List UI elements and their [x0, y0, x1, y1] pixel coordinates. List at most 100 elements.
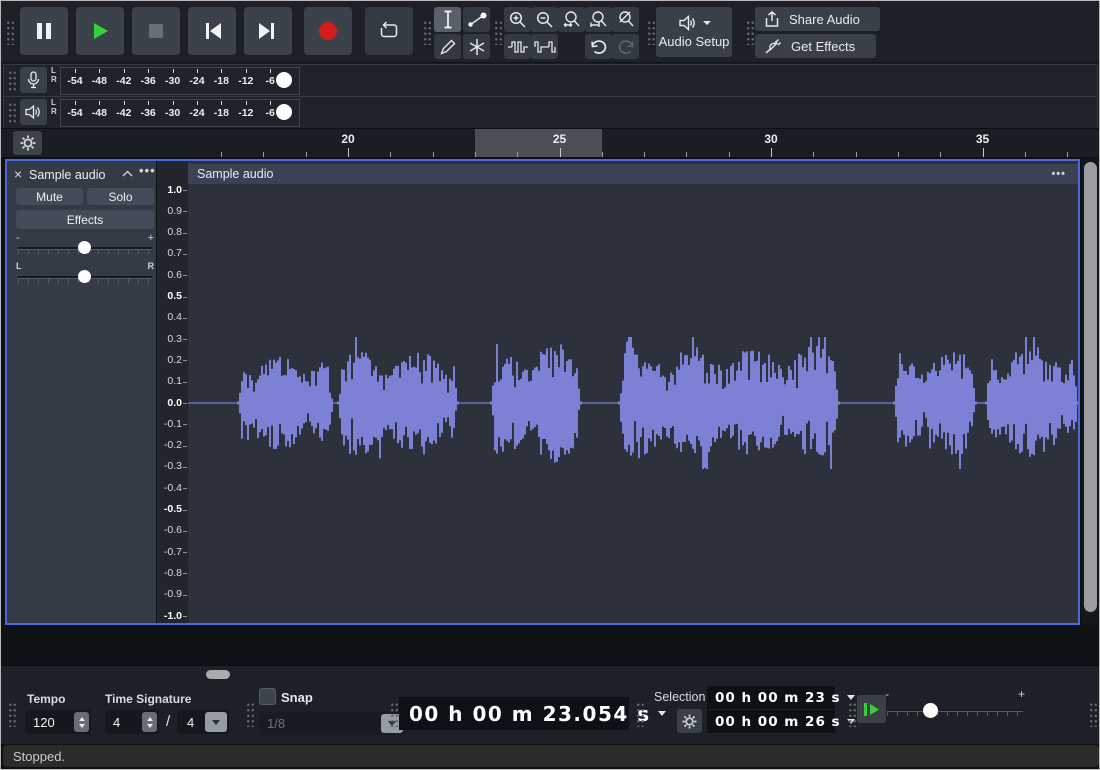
- track-collapse-button[interactable]: [122, 170, 133, 177]
- share-audio-button[interactable]: Share Audio: [755, 7, 880, 31]
- status-text: Stopped.: [13, 749, 65, 764]
- playback-meter[interactable]: LR -54-48-42-36-30-24-18-12-6: [3, 96, 1098, 129]
- stop-button[interactable]: [132, 7, 180, 55]
- play-speed-grip[interactable]: [847, 701, 856, 727]
- zoom-fit-button[interactable]: [585, 7, 612, 32]
- play-speed-slider[interactable]: - +: [885, 687, 1025, 727]
- play-at-speed-button[interactable]: [857, 695, 886, 723]
- trim-audio-icon: [507, 40, 529, 54]
- meter-scale-label: -42: [111, 107, 137, 119]
- time-signature-label: Time Signature: [105, 692, 191, 706]
- gain-slider[interactable]: - +: [16, 232, 154, 258]
- selection-toolbar-grip[interactable]: [635, 701, 644, 727]
- play-speed-thumb[interactable]: [923, 703, 938, 718]
- draw-tool-button[interactable]: [434, 34, 461, 59]
- time-toolbar-grip[interactable]: [7, 701, 16, 727]
- selection-options-button[interactable]: [677, 709, 702, 733]
- playback-meter-channels: LR: [51, 98, 57, 116]
- waveform[interactable]: [188, 184, 1078, 623]
- recording-volume-knob[interactable]: [276, 72, 292, 88]
- toolbar-end-grip[interactable]: [1088, 701, 1097, 727]
- share-toolbar-grip[interactable]: [745, 19, 754, 45]
- audio-setup-button[interactable]: Audio Setup: [656, 7, 732, 57]
- vertical-ruler-label: -0.6: [164, 525, 182, 536]
- selection-gear-icon: [682, 714, 697, 729]
- snap-setting-select[interactable]: 1/8: [259, 712, 405, 735]
- gain-slider-thumb[interactable]: [78, 241, 91, 254]
- pause-button[interactable]: [20, 7, 68, 55]
- clip-menu-button[interactable]: •••: [1051, 168, 1066, 180]
- pan-slider[interactable]: L R: [16, 261, 154, 287]
- selection-start-field[interactable]: 00 h 00 m 23 s: [707, 686, 835, 709]
- snap-checkbox[interactable]: [259, 688, 276, 705]
- pan-right-label: R: [148, 261, 155, 271]
- meter-scale-label: -18: [208, 75, 234, 87]
- edit-toolbar-grip[interactable]: [493, 19, 502, 45]
- multi-tool-button[interactable]: [463, 34, 490, 59]
- selection-end-value: 00 h 00 m 26 s: [715, 714, 841, 730]
- horizontal-scrollbar[interactable]: [1, 665, 1100, 684]
- skip-to-end-button[interactable]: [244, 7, 292, 55]
- undo-button[interactable]: [585, 34, 612, 59]
- vertical-ruler-tick: [183, 190, 187, 191]
- solo-button[interactable]: Solo: [87, 188, 154, 205]
- playback-meter-button[interactable]: [20, 99, 47, 125]
- zoom-in-button[interactable]: [504, 7, 531, 32]
- ts-upper-spinner[interactable]: [142, 712, 157, 732]
- vertical-ruler-label: -0.2: [164, 440, 182, 451]
- vertical-scrollbar[interactable]: [1082, 159, 1100, 625]
- zoom-out-button[interactable]: [531, 7, 558, 32]
- timeline[interactable]: 20253035: [1, 128, 1100, 158]
- timeline-ruler[interactable]: 20253035: [1, 129, 1100, 158]
- vertical-ruler-tick: [183, 446, 187, 447]
- silence-selection-button[interactable]: [531, 34, 558, 59]
- skip-to-start-button[interactable]: [188, 7, 236, 55]
- ts-lower-dropdown-button[interactable]: [205, 712, 227, 732]
- trim-outside-selection-button[interactable]: [504, 34, 531, 59]
- time-signature-upper-input[interactable]: 4: [105, 710, 159, 734]
- track-close-button[interactable]: ×: [14, 167, 22, 181]
- record-button[interactable]: [304, 7, 352, 55]
- meter-scale-label: -24: [184, 107, 210, 119]
- envelope-tool-button[interactable]: [463, 7, 490, 32]
- zoom-selection-button[interactable]: [558, 7, 585, 32]
- track-title[interactable]: Sample audio: [29, 168, 105, 182]
- loop-button[interactable]: [365, 7, 413, 55]
- vertical-ruler-label: -0.1: [164, 419, 182, 430]
- undo-icon: [589, 39, 609, 55]
- playback-volume-knob[interactable]: [276, 104, 292, 120]
- track-menu-button[interactable]: •••: [139, 163, 156, 178]
- zoom-toggle-button[interactable]: [612, 7, 639, 32]
- vertical-scale-ruler[interactable]: 1.00.90.80.70.60.50.40.30.20.10.0-0.1-0.…: [156, 161, 188, 623]
- vertical-ruler-tick: [183, 616, 187, 617]
- snap-toolbar-grip[interactable]: [245, 701, 254, 727]
- playback-meter-grip[interactable]: [7, 101, 16, 123]
- play-button[interactable]: [76, 7, 124, 55]
- effects-button[interactable]: Effects: [16, 210, 154, 229]
- recording-meter-button[interactable]: [20, 67, 47, 93]
- pan-slider-thumb[interactable]: [78, 270, 91, 283]
- vertical-scrollbar-thumb[interactable]: [1084, 162, 1097, 612]
- get-effects-button[interactable]: Get Effects: [755, 34, 876, 58]
- tempo-spinner[interactable]: [74, 712, 89, 732]
- loop-icon: [377, 20, 401, 42]
- tempo-input[interactable]: 120: [25, 710, 91, 734]
- time-display[interactable]: 00 h 00 m 23.054 s: [399, 697, 629, 730]
- horizontal-scrollbar-thumb[interactable]: [206, 670, 230, 679]
- time-display-grip[interactable]: [389, 701, 398, 727]
- recording-meter-grip[interactable]: [7, 69, 16, 91]
- redo-icon: [616, 39, 636, 55]
- vertical-ruler-label: 0.6: [167, 270, 182, 281]
- mute-button[interactable]: Mute: [16, 188, 83, 205]
- clip-header[interactable]: Sample audio •••: [188, 164, 1078, 184]
- time-signature-lower-select[interactable]: 4: [177, 710, 229, 734]
- audio-setup-toolbar-grip[interactable]: [646, 19, 655, 45]
- selection-end-field[interactable]: 00 h 00 m 26 s: [707, 710, 835, 733]
- gain-min-label: -: [16, 232, 20, 244]
- transport-toolbar-grip[interactable]: [5, 19, 14, 45]
- meter-scale-tick: [124, 101, 125, 105]
- tools-toolbar-grip[interactable]: [422, 19, 431, 45]
- recording-meter[interactable]: LR -54-48-42-36-30-24-18-12-6: [3, 64, 1098, 97]
- selection-tool-button[interactable]: [434, 7, 461, 32]
- redo-button[interactable]: [612, 34, 639, 59]
